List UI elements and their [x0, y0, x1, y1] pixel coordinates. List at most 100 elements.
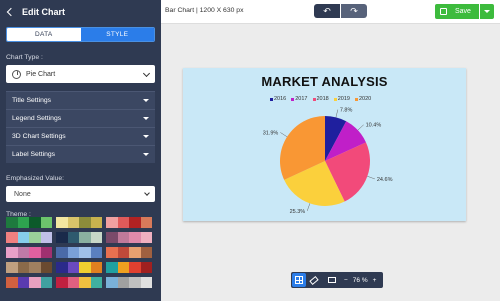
save-button[interactable]: Save	[435, 4, 479, 19]
palette-swatch	[106, 247, 118, 258]
undo-icon: ↶	[323, 5, 331, 16]
theme-palette[interactable]	[56, 232, 102, 243]
theme-palette[interactable]	[106, 247, 152, 258]
chart-type-value: Pie Chart	[26, 70, 56, 78]
palette-swatch	[106, 217, 118, 228]
grid-icon	[295, 276, 303, 284]
palette-swatch	[29, 232, 41, 243]
section-label: 3D Chart Settings	[12, 133, 66, 140]
preview-button[interactable]	[322, 273, 336, 287]
theme-palette[interactable]	[6, 277, 52, 288]
data-label: 24.6%	[377, 177, 393, 183]
zoom-in-button[interactable]: +	[373, 277, 377, 284]
undo-redo-group: ↶ ↷	[314, 4, 367, 18]
theme-palette[interactable]	[56, 277, 102, 288]
canvas-toolbar: − 76 % +	[291, 272, 383, 288]
eraser-icon	[309, 275, 319, 285]
caret-down-icon	[143, 117, 149, 120]
theme-palette[interactable]	[106, 232, 152, 243]
data-label-leader	[357, 124, 364, 131]
palette-swatch	[90, 232, 102, 243]
tab-data[interactable]: DATA	[7, 28, 81, 41]
palette-swatch	[67, 232, 79, 243]
theme-palette[interactable]	[56, 217, 102, 228]
data-label-leader	[335, 109, 339, 118]
theme-palette[interactable]	[6, 262, 52, 273]
palette-swatch	[117, 217, 129, 228]
chart-type-select[interactable]: Pie Chart	[6, 65, 155, 83]
data-label-leader	[367, 176, 375, 180]
palette-swatch	[67, 262, 79, 273]
palette-swatch	[90, 217, 102, 228]
emphasized-value-select[interactable]: None	[6, 186, 155, 202]
palette-swatch	[17, 262, 29, 273]
redo-button[interactable]: ↷	[341, 4, 367, 18]
palette-swatch	[129, 277, 141, 288]
palette-swatch	[40, 262, 52, 273]
section-3d-chart-settings[interactable]: 3D Chart Settings	[6, 127, 155, 145]
palette-swatch	[40, 232, 52, 243]
emphasized-value: None	[14, 190, 31, 198]
save-dropdown-button[interactable]	[480, 4, 494, 19]
palette-swatch	[6, 232, 18, 243]
palette-swatch	[6, 277, 18, 288]
data-label-leader	[306, 203, 311, 212]
palette-swatch	[140, 232, 152, 243]
palette-swatch	[17, 277, 29, 288]
palette-swatch	[140, 262, 152, 273]
palette-swatch	[40, 277, 52, 288]
data-label: 31.9%	[263, 130, 279, 136]
sidebar-header[interactable]: Edit Chart	[0, 0, 161, 24]
chevron-down-icon	[142, 69, 151, 78]
save-icon	[440, 8, 447, 15]
pie-chart[interactable]: 7.8% 10.4% 24.6% 25.3% 31.9%	[183, 68, 466, 221]
palette-swatch	[129, 247, 141, 258]
theme-palette[interactable]	[6, 232, 52, 243]
palette-swatch	[56, 247, 68, 258]
theme-palette[interactable]	[56, 247, 102, 258]
undo-button[interactable]: ↶	[314, 4, 340, 18]
palette-swatch	[67, 277, 79, 288]
theme-palette[interactable]	[106, 277, 152, 288]
palette-swatch	[79, 217, 91, 228]
palette-swatch	[67, 247, 79, 258]
palette-swatch	[40, 217, 52, 228]
tab-style[interactable]: STYLE	[80, 28, 154, 41]
theme-palette[interactable]	[56, 262, 102, 273]
section-label-settings[interactable]: Label Settings	[6, 145, 155, 163]
palette-swatch	[79, 277, 91, 288]
section-legend-settings[interactable]: Legend Settings	[6, 109, 155, 127]
palette-swatch	[106, 232, 118, 243]
emphasized-value-label: Emphasized Value:	[6, 175, 65, 182]
settings-sections: Title Settings Legend Settings 3D Chart …	[6, 91, 155, 163]
section-title-settings[interactable]: Title Settings	[6, 91, 155, 109]
theme-palette[interactable]	[6, 217, 52, 228]
theme-palette[interactable]	[106, 262, 152, 273]
caret-down-icon	[143, 135, 149, 138]
data-label: 10.4%	[366, 123, 382, 129]
palette-swatch	[6, 217, 18, 228]
palette-swatch	[40, 247, 52, 258]
zoom-out-button[interactable]: −	[344, 277, 348, 284]
save-label: Save	[455, 8, 471, 15]
section-label: Label Settings	[12, 151, 56, 158]
theme-palette[interactable]	[106, 217, 152, 228]
zoom-level: 76 %	[352, 276, 368, 284]
palette-swatch	[6, 247, 18, 258]
palette-swatch	[29, 247, 41, 258]
palette-swatch	[17, 217, 29, 228]
caret-down-icon	[484, 10, 490, 13]
eraser-button[interactable]	[307, 273, 321, 287]
palette-swatch	[90, 277, 102, 288]
grid-view-button[interactable]	[292, 273, 306, 287]
chart-canvas[interactable]: MARKET ANALYSIS 2016 2017 2018 2019 2020 7.8…	[183, 68, 466, 221]
zoom-control: − 76 % +	[344, 277, 376, 284]
palette-swatch	[90, 262, 102, 273]
theme-palette-grid	[6, 217, 152, 288]
back-chevron-icon[interactable]	[6, 7, 16, 17]
palette-swatch	[117, 277, 129, 288]
document-title: Bar Chart | 1200 X 630 px	[165, 7, 244, 14]
palette-swatch	[129, 232, 141, 243]
sidebar-title: Edit Chart	[22, 7, 66, 17]
theme-palette[interactable]	[6, 247, 52, 258]
